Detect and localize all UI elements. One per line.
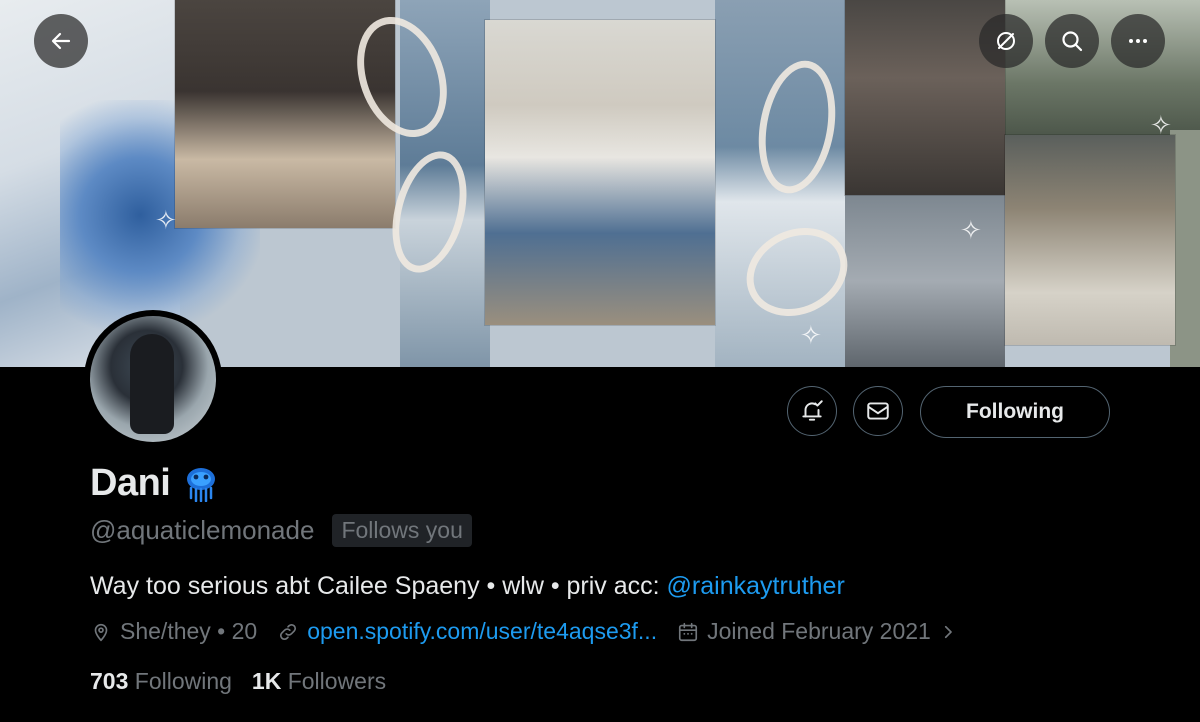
arrow-left-icon	[51, 32, 71, 50]
bell-slash-icon	[997, 32, 1015, 50]
avatar-image	[90, 316, 216, 442]
joined-text: Joined February 2021	[707, 618, 931, 644]
notifications-off-button[interactable]	[979, 14, 1033, 68]
follow-stats: 703 Following 1K Followers	[90, 668, 406, 695]
search-button[interactable]	[1045, 14, 1099, 68]
website-link[interactable]: open.spotify.com/user/te4aqse3f...	[307, 618, 657, 645]
ellipsis-icon	[1129, 39, 1147, 43]
bio-mention-link[interactable]: @rainkaytruther	[667, 572, 845, 600]
followers-label: Followers	[287, 668, 387, 694]
message-button[interactable]	[853, 386, 903, 436]
bell-plus-icon	[802, 400, 823, 421]
search-icon	[1062, 31, 1083, 52]
following-button[interactable]: Following	[920, 386, 1110, 438]
bio: Way too serious abt Cailee Spaeny • wlw …	[90, 572, 845, 601]
sparkle-icon: ✧	[960, 215, 982, 245]
follows-you-badge: Follows you	[332, 514, 472, 547]
website-item[interactable]: open.spotify.com/user/te4aqse3f...	[277, 618, 657, 645]
sparkle-icon: ✧	[155, 205, 177, 235]
envelope-icon	[867, 402, 889, 420]
handle-row: @aquaticlemonade Follows you	[90, 514, 472, 547]
avatar[interactable]	[84, 310, 222, 448]
link-icon	[280, 623, 297, 640]
sparkle-icon: ✧	[1150, 110, 1172, 140]
display-name: Dani	[90, 462, 171, 504]
following-label: Following	[134, 668, 232, 694]
calendar-icon	[679, 622, 698, 641]
more-button[interactable]	[1111, 14, 1165, 68]
name-row: Dani	[90, 462, 218, 505]
back-button[interactable]	[34, 14, 88, 68]
bio-text: Way too serious abt Cailee Spaeny • wlw …	[90, 572, 667, 600]
location-pin-icon	[94, 623, 108, 641]
banner-photo	[1005, 135, 1175, 345]
location-item: She/they • 20	[90, 618, 257, 645]
followers-stat[interactable]: 1K Followers	[252, 668, 386, 695]
jellyfish-icon	[187, 467, 216, 502]
location-text: She/they • 20	[120, 618, 258, 644]
joined-item[interactable]: Joined February 2021	[677, 618, 957, 645]
following-count: 703	[90, 668, 129, 694]
sparkle-icon: ✧	[800, 320, 822, 350]
notify-button[interactable]	[787, 386, 837, 436]
user-handle: @aquaticlemonade	[90, 515, 315, 545]
followers-count: 1K	[251, 668, 282, 694]
banner-photo	[485, 20, 715, 325]
chevron-right-icon	[944, 625, 952, 638]
following-stat[interactable]: 703 Following	[90, 668, 232, 695]
profile-meta: She/they • 20 open.spotify.com/user/te4a…	[90, 618, 977, 645]
